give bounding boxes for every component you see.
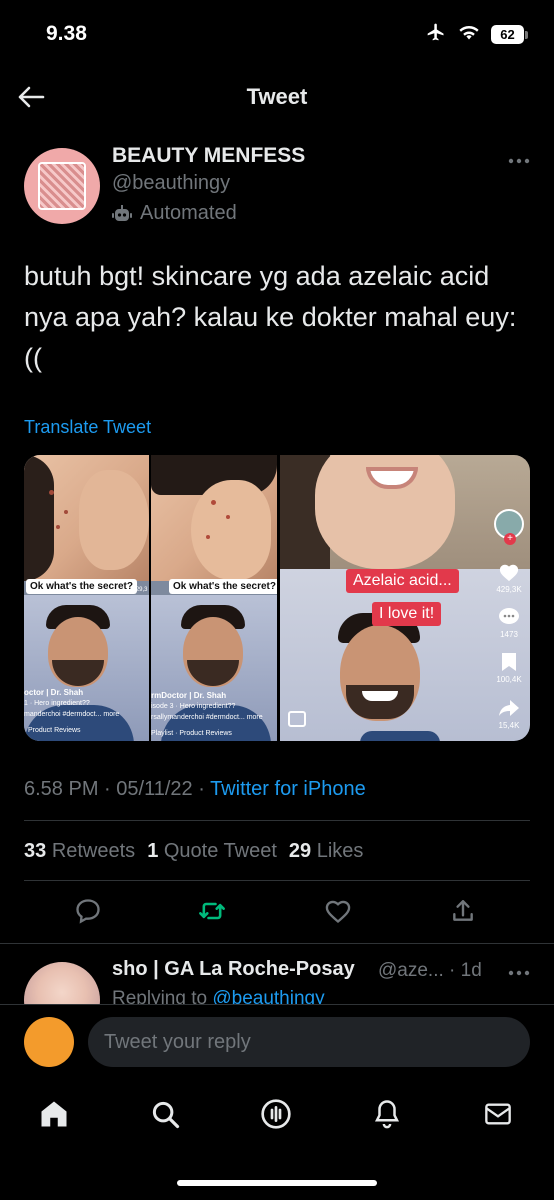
tweet-media[interactable]: Ok what's the secret? octor | Dr. Shah 1… (24, 455, 530, 741)
bookmark-icon (498, 653, 520, 671)
reply-more-button[interactable] (508, 960, 530, 981)
follow-plus-icon: + (504, 533, 516, 545)
home-indicator (177, 1180, 377, 1186)
status-icons: 62 (425, 22, 528, 47)
video-shares-count: 15,4K (498, 721, 520, 730)
tweet-time: 6.58 PM (24, 778, 99, 800)
share-icon (453, 900, 473, 921)
author-name[interactable]: BEAUTY MENFESS (112, 144, 305, 168)
author-avatar[interactable] (24, 148, 100, 224)
current-user-avatar[interactable] (24, 1017, 74, 1067)
notifications-tab[interactable] (369, 1096, 405, 1132)
share-arrow-icon (498, 699, 520, 717)
media-red-caption-2: I love it! (372, 602, 442, 626)
media-image-left[interactable]: Ok what's the secret? octor | Dr. Shah 1… (24, 455, 277, 741)
notifications-icon (374, 1100, 400, 1129)
reply-author-name[interactable]: sho | GA La Roche-Posay (112, 958, 355, 981)
airplane-icon (425, 22, 447, 47)
more-options-button[interactable] (508, 148, 530, 169)
media-user-1: octor | Dr. Shah (24, 688, 84, 697)
tweet-text: butuh bgt! skincare yg ada azelaic acid … (24, 261, 517, 373)
media-tags-2: rsallymanderchoi #dermdoct... more (151, 714, 263, 721)
search-icon (152, 1101, 180, 1129)
video-comments-count: 1473 (500, 630, 518, 639)
reply-icon (76, 899, 100, 924)
wifi-icon (457, 23, 481, 46)
media-tags-1: manderchoi #dermdoct... more (24, 711, 120, 718)
automated-text: Automated (140, 202, 237, 224)
more-icon (508, 970, 530, 976)
status-bar: 9.38 62 (0, 0, 554, 64)
retweet-button[interactable] (197, 896, 227, 926)
heart-icon (498, 563, 520, 582)
media-caption-2: Ok what's the secret? (169, 579, 277, 594)
media-red-caption-1: Azelaic acid... (346, 569, 459, 593)
home-icon (41, 1101, 67, 1127)
reply-button[interactable] (73, 896, 103, 926)
media-playlist-1: Product Reviews (28, 727, 81, 734)
reply-handle: @aze... · 1d (378, 960, 482, 981)
spaces-icon (261, 1099, 291, 1129)
tweet-source[interactable]: Twitter for iPhone (210, 778, 366, 800)
retweets-stat[interactable]: 33 Retweets (24, 840, 135, 863)
reply-tweet[interactable]: sho | GA La Roche-Posay @aze... · 1d Rep… (0, 944, 554, 1004)
retweet-icon (199, 902, 225, 920)
media-sub-1: 1 · Hero ingredient?? (24, 700, 90, 707)
author-handle[interactable]: @beauthingy (112, 172, 230, 195)
likes-stat[interactable]: 29 Likes (289, 840, 364, 863)
media-image-right[interactable]: Azelaic acid... I love it! + 429,3K 1473… (280, 455, 530, 741)
share-button[interactable] (448, 896, 478, 926)
reply-avatar[interactable] (24, 962, 100, 1004)
video-likes-count: 429,3K (496, 585, 522, 594)
left-likes-count: 429,3 (132, 587, 148, 593)
tweet-stats: 33 Retweets 1 Quote Tweet 29 Likes (24, 840, 363, 863)
media-playlist-2: Playlist · Product Reviews (151, 730, 232, 737)
page-title: Tweet (246, 84, 308, 109)
reply-input[interactable]: Tweet your reply (88, 1017, 530, 1067)
media-user-2: rmDoctor | Dr. Shah (151, 691, 227, 700)
quotes-stat[interactable]: 1 Quote Tweet (147, 840, 277, 863)
search-tab[interactable] (147, 1096, 183, 1132)
media-sub-2: isode 3 · Hero ingredient?? (151, 703, 236, 710)
media-caption-1: Ok what's the secret? (26, 579, 137, 594)
bot-icon (112, 204, 132, 221)
caption-toggle-icon (288, 711, 306, 727)
replying-to: Replying to @beauthingy (112, 988, 325, 1004)
video-saves-count: 100,4K (496, 675, 522, 684)
heart-outline-icon (325, 900, 351, 924)
tweet-actions (0, 896, 554, 940)
status-time: 9.38 (46, 22, 87, 45)
home-tab[interactable] (36, 1096, 72, 1132)
nav-header: Tweet (0, 64, 554, 130)
messages-tab[interactable] (480, 1096, 516, 1132)
like-button[interactable] (323, 896, 353, 926)
messages-icon (485, 1103, 511, 1125)
reply-composer: Tweet your reply (0, 1004, 554, 1076)
replying-to-link[interactable]: @beauthingy (212, 988, 324, 1004)
tweet-meta: 6.58 PM · 05/11/22 · Twitter for iPhone (24, 778, 366, 800)
automated-label: Automated (112, 202, 237, 225)
tweet-date: 05/11/22 (116, 778, 193, 800)
battery-icon: 62 (491, 25, 528, 44)
more-icon (508, 158, 530, 164)
battery-level: 62 (491, 25, 524, 44)
translate-tweet-link[interactable]: Translate Tweet (24, 417, 151, 438)
spaces-tab[interactable] (258, 1096, 294, 1132)
comment-bubble-icon (498, 608, 520, 626)
